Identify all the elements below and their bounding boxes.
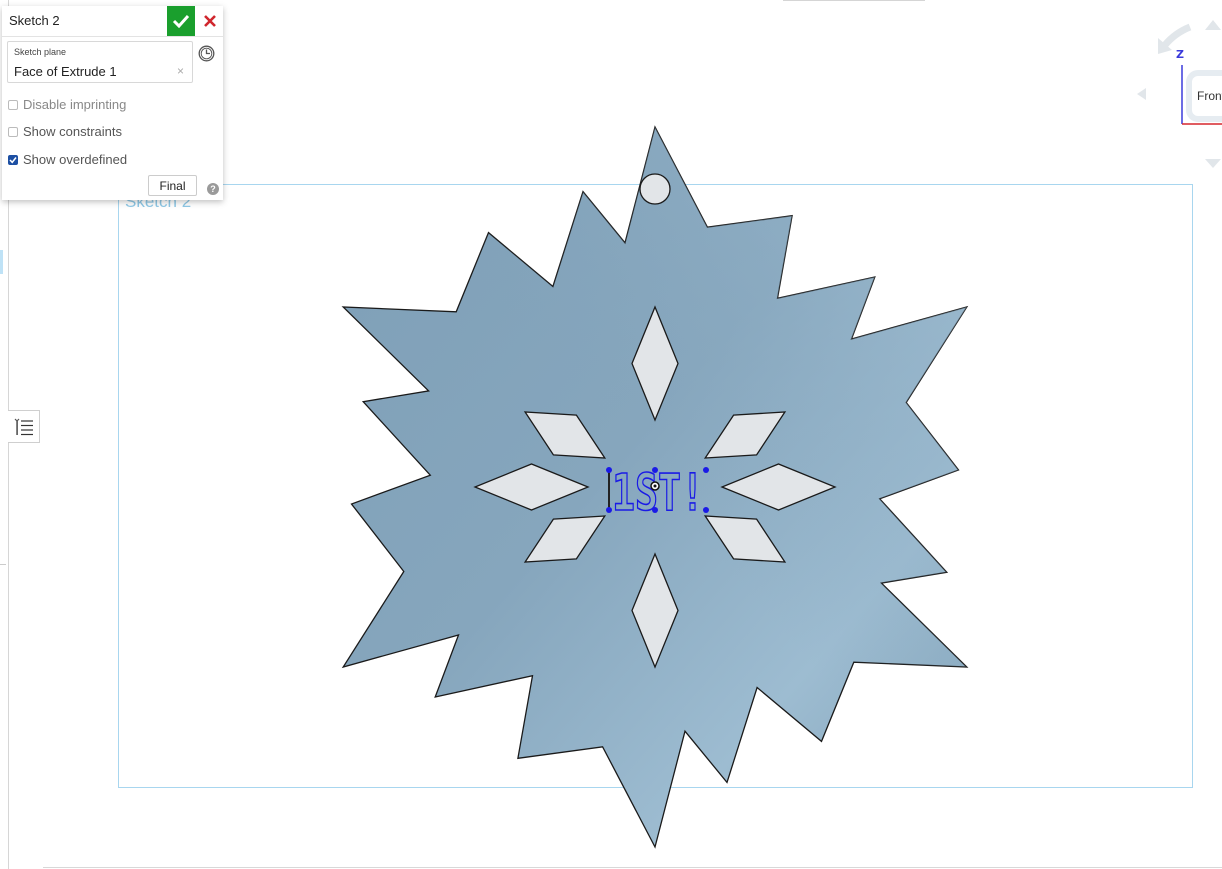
show-constraints-checkbox[interactable]: Show constraints — [8, 124, 122, 139]
feature-list-button[interactable] — [8, 410, 40, 443]
arrow-down-icon[interactable] — [1205, 159, 1221, 168]
clear-selection-icon[interactable]: × — [177, 64, 184, 78]
text-corner-point[interactable] — [652, 507, 658, 513]
history-button[interactable] — [198, 45, 215, 67]
sketch-plane-value: Face of Extrude 1 — [14, 64, 117, 79]
text-corner-point[interactable] — [703, 507, 709, 513]
text-corner-point[interactable] — [703, 467, 709, 473]
view-cube-face-front[interactable]: Front — [1186, 70, 1222, 122]
cancel-button[interactable] — [198, 6, 222, 36]
checkbox-label: Show overdefined — [23, 152, 128, 167]
view-cube-face-label: Front — [1197, 89, 1222, 103]
rotate-arrow-icon[interactable] — [1162, 23, 1192, 48]
show-overdefined-checkbox[interactable]: Show overdefined — [8, 152, 127, 167]
dialog-header: Sketch 2 — [2, 6, 223, 37]
close-icon — [204, 15, 216, 27]
checkbox-box — [8, 154, 18, 165]
sketch-text[interactable]: 1ST! — [611, 463, 705, 524]
clock-icon — [198, 45, 215, 62]
final-button[interactable]: Final — [148, 175, 197, 196]
sketch-dialog: Sketch 2 Sketch plane Face of Extrude 1 … — [2, 6, 223, 200]
sketch-plane-label: Sketch plane — [14, 47, 67, 57]
origin-point-center — [653, 484, 657, 488]
sketch-plane-field[interactable]: Sketch plane Face of Extrude 1 × — [7, 41, 193, 83]
check-icon — [9, 156, 17, 163]
arrow-left-icon[interactable] — [1137, 88, 1146, 100]
question-icon[interactable]: ? — [207, 183, 219, 195]
checkbox-label: Show constraints — [23, 124, 122, 139]
text-corner-point[interactable] — [606, 467, 612, 473]
confirm-button[interactable] — [167, 6, 195, 36]
feature-list-icon — [14, 418, 33, 435]
checkmark-icon — [172, 14, 190, 28]
sketch-text-entity[interactable]: 1ST! — [606, 463, 709, 524]
checkbox-box — [8, 99, 18, 110]
dialog-title: Sketch 2 — [9, 13, 60, 28]
hanging-hole[interactable] — [639, 173, 671, 205]
z-axis-label: Z — [1176, 48, 1184, 61]
checkbox-label: Disable imprinting — [23, 97, 127, 112]
checkbox-box — [8, 126, 18, 137]
view-cube[interactable]: Z Front — [1120, 0, 1222, 180]
arrow-up-icon[interactable] — [1205, 20, 1221, 30]
disable-imprinting-checkbox[interactable]: Disable imprinting — [8, 97, 126, 112]
text-corner-point[interactable] — [652, 467, 658, 473]
text-corner-point[interactable] — [606, 507, 612, 513]
